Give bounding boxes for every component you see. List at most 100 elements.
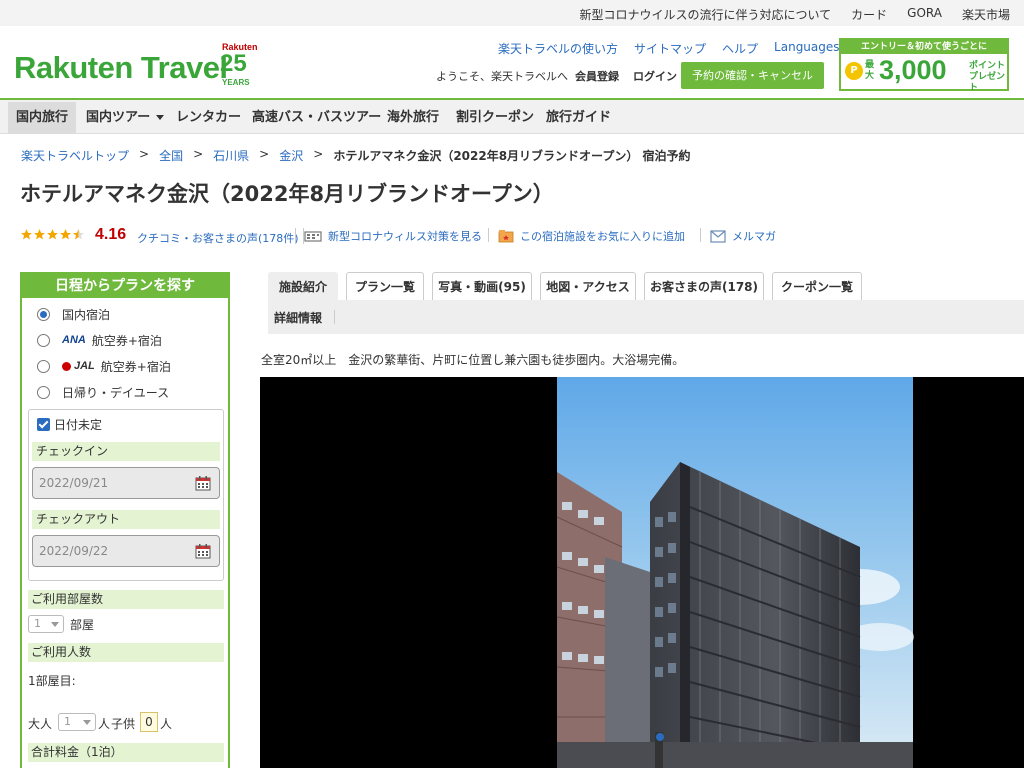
rooms-select[interactable]: 1 bbox=[28, 615, 64, 633]
favorite-folder-icon bbox=[498, 230, 514, 243]
anniversary-years: YEARS bbox=[222, 78, 250, 87]
breadcrumb-separator: > bbox=[193, 147, 204, 161]
nav-rental-car[interactable]: レンタカー bbox=[168, 102, 249, 133]
login-link[interactable]: ログイン bbox=[633, 68, 677, 84]
card-link[interactable]: カード bbox=[851, 6, 887, 23]
option-label: 航空券+宿泊 bbox=[91, 333, 162, 348]
radio[interactable] bbox=[37, 385, 50, 399]
page-title: ホテルアマネク金沢（2022年8月リブランドオープン） bbox=[20, 182, 554, 206]
plan-search-header: 日程からプランを探す bbox=[22, 274, 228, 298]
subtab-details[interactable]: 詳細情報 bbox=[274, 309, 322, 326]
checkout-date-value: 2022/09/22 bbox=[39, 544, 109, 558]
radio-selected[interactable] bbox=[37, 307, 50, 321]
breadcrumb-separator: > bbox=[259, 147, 270, 161]
building-icon bbox=[304, 231, 322, 242]
calendar-icon[interactable] bbox=[195, 475, 211, 491]
radio[interactable] bbox=[37, 333, 50, 347]
tab-photos-videos[interactable]: 写真・動画(95) bbox=[432, 272, 532, 300]
tab-map-access[interactable]: 地図・アクセス bbox=[540, 272, 636, 300]
divider bbox=[295, 228, 296, 242]
adult-label: 大人 bbox=[28, 717, 53, 731]
covid-notice-link[interactable]: 新型コロナウイルスの流行に伴う対応について bbox=[580, 6, 832, 23]
jal-crane-icon bbox=[62, 361, 71, 371]
breadcrumb-nationwide[interactable]: 全国 bbox=[159, 147, 183, 164]
covid-measures-link[interactable]: 新型コロナウィルス対策を見る bbox=[303, 228, 482, 244]
ana-logo: ANA bbox=[62, 334, 86, 346]
mail-magazine-label: メルマガ bbox=[732, 230, 776, 243]
points-promo-banner[interactable]: エントリー＆初めて使うごとに P 最大 3,000 ポイントプレゼント bbox=[839, 38, 1009, 93]
how-to-use-link[interactable]: 楽天トラベルの使い方 bbox=[498, 40, 618, 57]
plan-search-panel: 日程からプランを探す 国内宿泊 ANA 航空券+宿泊 JAL 航空券+宿泊 日帰… bbox=[20, 272, 230, 768]
welcome-text: ようこそ、楽天トラベルへ bbox=[436, 70, 568, 83]
hotel-photo[interactable] bbox=[260, 377, 1024, 768]
breadcrumb-top[interactable]: 楽天トラベルトップ bbox=[21, 147, 129, 164]
radio[interactable] bbox=[37, 359, 50, 373]
checkin-date-field[interactable]: 2022/09/21 bbox=[32, 467, 220, 499]
sitemap-link[interactable]: サイトマップ bbox=[634, 40, 706, 57]
adult-select[interactable]: 1 bbox=[58, 713, 96, 731]
room1-label: 1部屋目: bbox=[28, 674, 76, 688]
tab-facility-intro[interactable]: 施設紹介 bbox=[268, 272, 338, 300]
main-nav: 国内旅行 国内ツアー レンタカー 高速バス・バスツアー 海外旅行 割引クーポン … bbox=[0, 98, 1024, 134]
child-unit: 人 bbox=[160, 717, 173, 731]
star-icon bbox=[21, 229, 32, 240]
rooms-select-value: 1 bbox=[34, 617, 41, 630]
option-label: 国内宿泊 bbox=[62, 307, 111, 322]
divider bbox=[488, 228, 489, 242]
tab-plan-list[interactable]: プラン一覧 bbox=[346, 272, 424, 300]
checkout-date-field[interactable]: 2022/09/22 bbox=[32, 535, 220, 567]
breadcrumb-separator: > bbox=[313, 147, 324, 161]
breadcrumb-current: ホテルアマネク金沢（2022年8月リブランドオープン） 宿泊予約 bbox=[333, 149, 691, 163]
breadcrumb-ishikawa[interactable]: 石川県 bbox=[213, 147, 249, 164]
promo-unit: ポイントプレゼント bbox=[969, 61, 1006, 93]
date-undecided-checkbox[interactable]: 日付未定 bbox=[37, 416, 102, 433]
tab-customer-reviews[interactable]: お客さまの声(178) bbox=[644, 272, 764, 300]
rooms-label: ご利用部屋数 bbox=[28, 590, 224, 609]
rooms-unit: 部屋 bbox=[70, 618, 95, 632]
checkout-label: チェックアウト bbox=[32, 510, 220, 529]
utility-bar: 新型コロナウイルスの流行に伴う対応について カード GORA 楽天市場 bbox=[0, 0, 1024, 26]
site-header: Rakuten Travel Rakuten 25 YEARS 楽天トラベルの使… bbox=[0, 26, 1024, 98]
child-count-input[interactable]: 0 bbox=[140, 712, 158, 732]
nav-travel-guide[interactable]: 旅行ガイド bbox=[538, 102, 619, 133]
breadcrumb: 楽天トラベルトップ > 全国 > 石川県 > 金沢 > ホテルアマネク金沢（20… bbox=[21, 147, 691, 164]
date-undecided-label: 日付未定 bbox=[54, 418, 103, 432]
mail-magazine-link[interactable]: メルマガ bbox=[710, 228, 776, 244]
option-jal-flight-stay[interactable]: JAL 航空券+宿泊 bbox=[37, 357, 171, 375]
chevron-down-icon bbox=[83, 720, 91, 725]
divider bbox=[334, 310, 335, 324]
nav-domestic-tour[interactable]: 国内ツアー bbox=[78, 102, 172, 133]
nav-discount-coupon[interactable]: 割引クーポン bbox=[448, 102, 542, 133]
option-day-use[interactable]: 日帰り・デイユース bbox=[37, 383, 169, 401]
nav-domestic-travel[interactable]: 国内旅行 bbox=[8, 102, 77, 133]
nav-overseas-travel[interactable]: 海外旅行 bbox=[379, 102, 447, 133]
calendar-icon[interactable] bbox=[195, 543, 211, 559]
option-ana-flight-stay[interactable]: ANA 航空券+宿泊 bbox=[37, 331, 162, 349]
rakuten-ichiba-link[interactable]: 楽天市場 bbox=[962, 6, 1010, 23]
nav-highway-bus[interactable]: 高速バス・バスツアー bbox=[244, 102, 389, 133]
gora-link[interactable]: GORA bbox=[907, 6, 942, 23]
adult-select-value: 1 bbox=[64, 715, 71, 728]
rating-stars bbox=[20, 228, 85, 244]
tab-coupon-list[interactable]: クーポン一覧 bbox=[772, 272, 862, 300]
guests-label: ご利用人数 bbox=[28, 643, 224, 662]
add-favorite-link[interactable]: この宿泊施設をお気に入りに追加 bbox=[498, 228, 685, 244]
help-link[interactable]: ヘルプ bbox=[722, 40, 758, 57]
member-register-link[interactable]: 会員登録 bbox=[575, 68, 619, 84]
child-label: 子供 bbox=[111, 717, 136, 731]
points-coin-icon: P bbox=[845, 62, 863, 80]
total-price-label: 合計料金（1泊） bbox=[28, 743, 224, 762]
reviews-link[interactable]: クチコミ・お客さまの声(178件) bbox=[137, 230, 299, 246]
checkin-date-value: 2022/09/21 bbox=[39, 476, 109, 490]
breadcrumb-kanazawa[interactable]: 金沢 bbox=[279, 147, 303, 164]
star-icon bbox=[34, 229, 45, 240]
jal-logo: JAL bbox=[74, 360, 95, 372]
star-icon bbox=[47, 229, 58, 240]
option-domestic-stay[interactable]: 国内宿泊 bbox=[37, 305, 110, 323]
reservation-check-button[interactable]: 予約の確認・キャンセル bbox=[681, 62, 824, 89]
subtab-bar: 詳細情報 bbox=[268, 300, 1024, 334]
star-half-icon bbox=[73, 229, 84, 240]
checkbox-checked[interactable] bbox=[37, 418, 50, 431]
checkin-label: チェックイン bbox=[32, 442, 220, 461]
rakuten-travel-logo[interactable]: Rakuten Travel bbox=[14, 50, 228, 86]
